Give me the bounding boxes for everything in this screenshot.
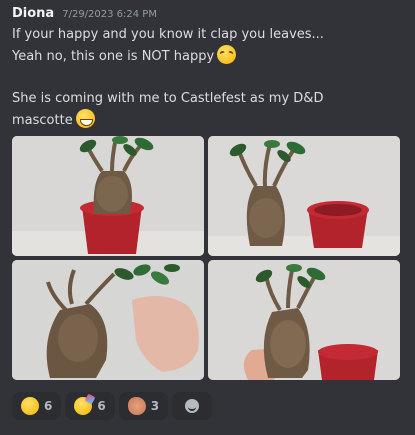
message-line: mascotte bbox=[12, 109, 407, 131]
message-text: She is coming with me to Castlefest as m… bbox=[12, 91, 324, 106]
partying-face-emoji-icon bbox=[74, 397, 93, 415]
reaction-rofl[interactable]: 6 bbox=[12, 392, 62, 420]
chat-message: Diona 7/29/2023 6:24 PM If your happy an… bbox=[12, 6, 407, 131]
message-text: Yeah no, this one is NOT happy bbox=[12, 49, 215, 64]
mandrake-photo-4[interactable] bbox=[208, 260, 400, 380]
clapping-hands-emoji-icon bbox=[127, 397, 146, 415]
rolling-on-floor-laughing-emoji-icon bbox=[217, 45, 237, 64]
message-line: She is coming with me to Castlefest as m… bbox=[12, 88, 407, 109]
reaction-clap[interactable]: 3 bbox=[118, 392, 169, 420]
message-text: If your happy and you know it clap you l… bbox=[12, 27, 324, 42]
message-text: mascotte bbox=[12, 113, 73, 128]
message-line: Yeah no, this one is NOT happy bbox=[12, 45, 407, 67]
reaction-count: 3 bbox=[150, 399, 160, 413]
mandrake-photo-1[interactable] bbox=[12, 136, 204, 256]
smile-plus-icon bbox=[185, 399, 200, 413]
image-gallery bbox=[12, 136, 402, 384]
message-header: Diona 7/29/2023 6:24 PM bbox=[12, 6, 407, 24]
reactions-bar: 6 6 3 bbox=[12, 392, 213, 420]
add-reaction-button[interactable] bbox=[172, 392, 213, 420]
mandrake-photo-3[interactable] bbox=[12, 260, 204, 380]
reaction-count: 6 bbox=[97, 399, 106, 413]
reaction-partying-face[interactable]: 6 bbox=[65, 392, 115, 420]
grinning-face-emoji-icon bbox=[75, 109, 95, 128]
message-timestamp: 7/29/2023 6:24 PM bbox=[62, 9, 157, 20]
message-line: If your happy and you know it clap you l… bbox=[12, 24, 407, 45]
author-name[interactable]: Diona bbox=[12, 6, 54, 21]
mandrake-photo-2[interactable] bbox=[208, 136, 400, 256]
reaction-count: 6 bbox=[44, 399, 53, 413]
rolling-on-floor-laughing-emoji-icon bbox=[21, 397, 39, 415]
